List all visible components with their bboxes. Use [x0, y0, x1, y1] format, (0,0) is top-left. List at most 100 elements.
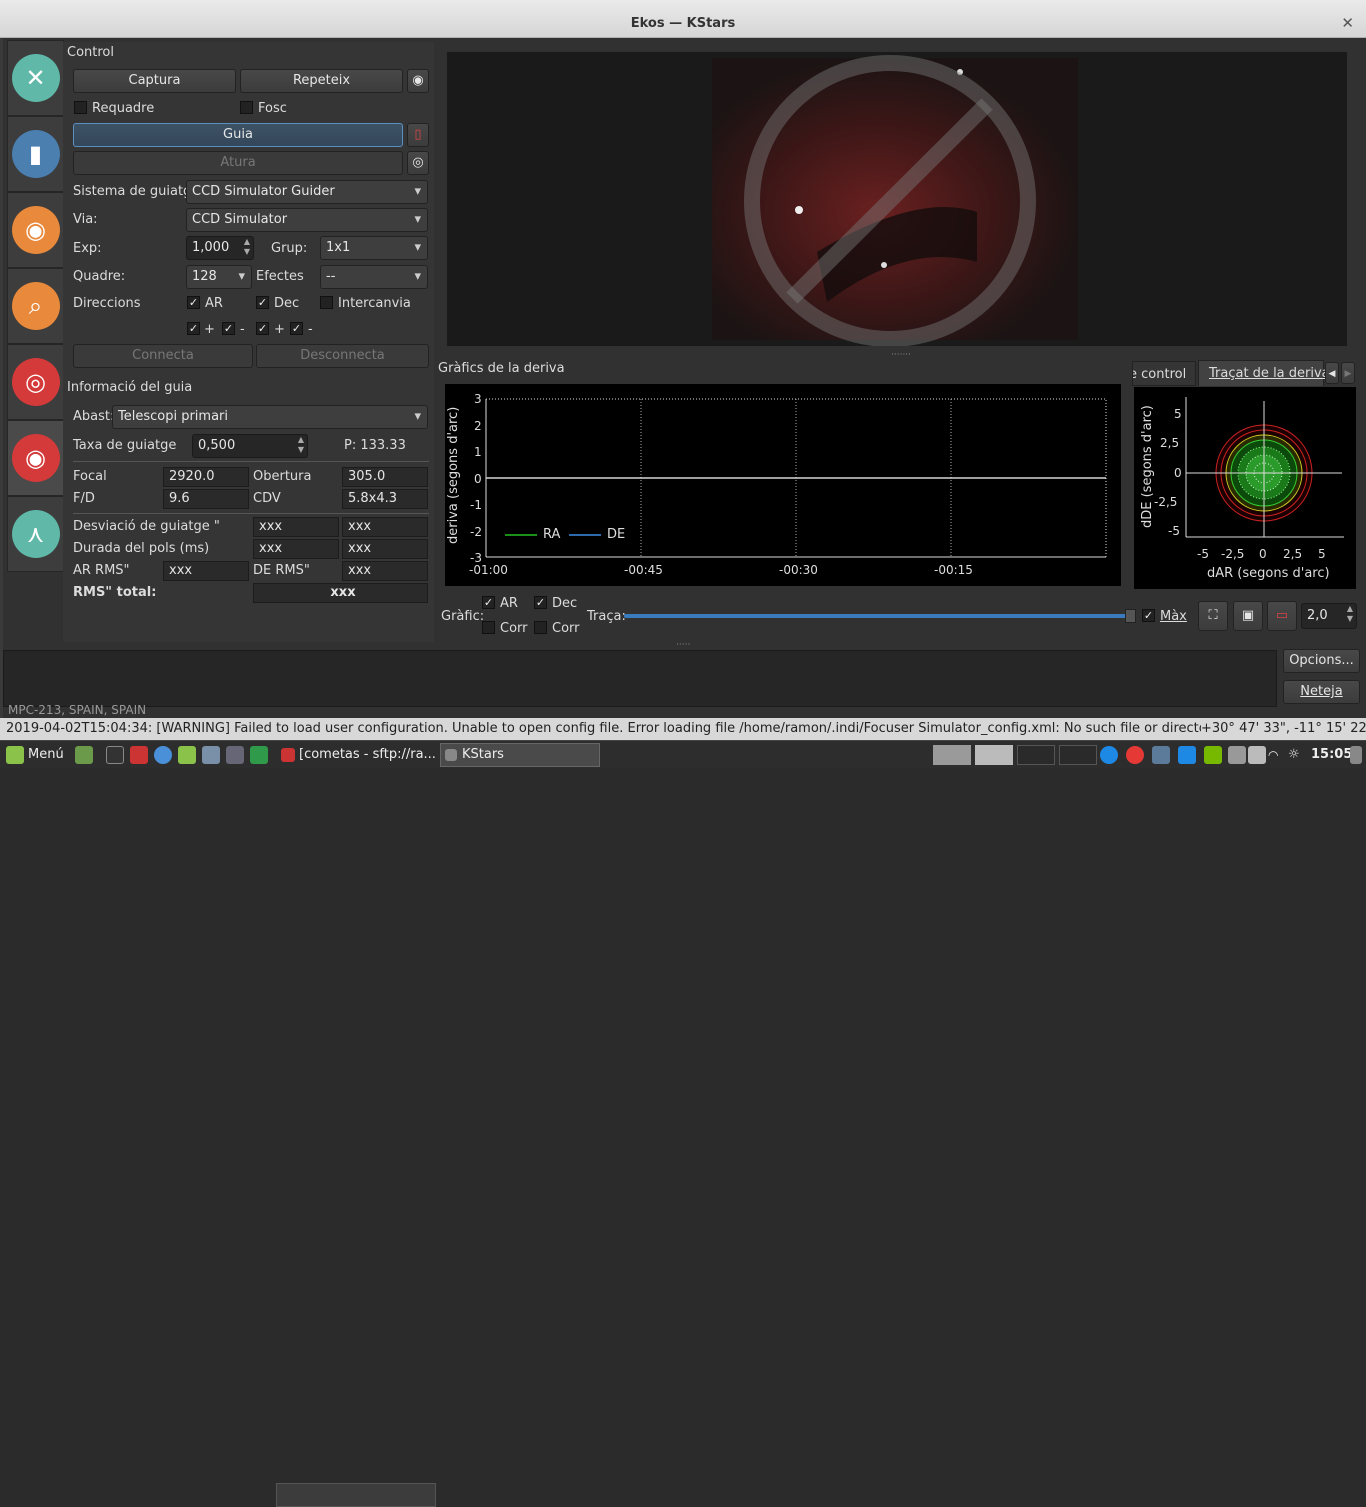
tab-right-icon[interactable]: ▶: [1341, 362, 1355, 384]
graph-corr-ra-label: Corr: [500, 621, 528, 636]
splitter-handle[interactable]: ·······: [891, 350, 911, 360]
disconnect-button[interactable]: Desconnecta: [256, 344, 429, 368]
save-icon[interactable]: ▣: [1233, 601, 1263, 631]
swap-checkbox[interactable]: [320, 296, 333, 309]
module-mount[interactable]: ⋏: [7, 496, 64, 572]
filezilla-icon[interactable]: [130, 746, 148, 764]
exposure-value: 1,000: [192, 240, 230, 255]
dec-plus-label: +: [274, 322, 285, 337]
target-select-icon[interactable]: ◎: [407, 151, 429, 175]
fov-label: CDV: [253, 491, 281, 506]
workspace-1[interactable]: [933, 745, 971, 765]
module-focus[interactable]: ⌕: [7, 268, 64, 344]
show-desktop-corner[interactable]: [1350, 746, 1362, 764]
ytick: 3: [474, 392, 482, 406]
clock[interactable]: 15:05: [1311, 745, 1352, 765]
show-desktop-icon[interactable]: [75, 746, 93, 764]
task-filezilla[interactable]: [276, 1483, 436, 1507]
files-icon[interactable]: [178, 746, 196, 764]
terminal-icon[interactable]: [106, 746, 124, 764]
clipboard-icon[interactable]: [1228, 746, 1246, 764]
spreadsheet-icon[interactable]: [250, 746, 268, 764]
trash-icon[interactable]: ▯: [407, 123, 429, 147]
focal-label: Focal: [73, 469, 107, 484]
stop-button[interactable]: Atura: [73, 151, 403, 175]
menu-button[interactable]: Menú: [28, 745, 64, 765]
module-guide[interactable]: ◉: [7, 420, 64, 496]
via-label: Via:: [73, 212, 98, 227]
workspace-4[interactable]: [1059, 745, 1097, 765]
module-setup[interactable]: ✕: [7, 40, 64, 116]
graph-ar-checkbox[interactable]: ✓: [482, 596, 495, 609]
capture-button[interactable]: Captura: [73, 69, 236, 93]
eye-icon[interactable]: ◉: [407, 69, 429, 93]
graph-corr-dec-checkbox[interactable]: [534, 621, 547, 634]
ar-minus-label: -: [240, 322, 245, 337]
exp-label: Exp:: [73, 241, 102, 256]
teamviewer-icon[interactable]: [1100, 746, 1118, 764]
chrome-tray-icon[interactable]: [1126, 746, 1144, 764]
mint-menu-icon[interactable]: [6, 746, 24, 764]
graph-dec-checkbox[interactable]: ✓: [534, 596, 547, 609]
scope-select[interactable]: Telescopi primari: [112, 405, 428, 429]
subframe-checkbox[interactable]: [74, 101, 87, 114]
workspace-3[interactable]: [1017, 745, 1055, 765]
spin-arrows-icon[interactable]: ▲ ▼: [241, 237, 253, 259]
ar-plus-label: +: [204, 322, 215, 337]
spin-arrows-icon[interactable]: ▲ ▼: [1344, 604, 1356, 628]
divider: [73, 461, 429, 462]
autoscale-icon[interactable]: ⛶: [1198, 601, 1228, 631]
spin-arrows-icon[interactable]: ▲ ▼: [295, 435, 307, 457]
tab-drift-trace[interactable]: Traçat de la deriva: [1198, 360, 1330, 386]
splitter-handle[interactable]: ·····: [676, 640, 690, 650]
people-icon[interactable]: [1248, 746, 1266, 764]
dropbox-icon[interactable]: [1178, 746, 1196, 764]
wifi-icon[interactable]: ◠: [1268, 745, 1278, 765]
ar-plus-checkbox[interactable]: ✓: [187, 322, 200, 335]
module-capture[interactable]: ◉: [7, 192, 64, 268]
search-icon[interactable]: [226, 746, 244, 764]
via-select[interactable]: CCD Simulator: [186, 208, 428, 232]
guide-button[interactable]: Guia: [73, 123, 403, 147]
connect-button[interactable]: Connecta: [73, 344, 253, 368]
trace-slider-handle[interactable]: [1125, 609, 1136, 623]
dark-checkbox[interactable]: [240, 101, 253, 114]
nvidia-icon[interactable]: [1204, 746, 1222, 764]
shield-icon[interactable]: [1152, 746, 1170, 764]
chrome-icon[interactable]: [154, 746, 172, 764]
ar-minus-checkbox[interactable]: ✓: [222, 322, 235, 335]
brightness-icon[interactable]: ☼: [1288, 745, 1300, 765]
exposure-spinbox[interactable]: 1,000 ▲ ▼: [186, 236, 254, 260]
app-icon[interactable]: [202, 746, 220, 764]
ar-direction-checkbox[interactable]: ✓: [187, 296, 200, 309]
graph-corr-ra-checkbox[interactable]: [482, 621, 495, 634]
dec-plus-checkbox[interactable]: ✓: [256, 322, 269, 335]
tab-control[interactable]: e control: [1132, 361, 1196, 386]
wrench-screwdriver-icon: ✕: [11, 54, 60, 102]
status-message: 2019-04-02T15:04:34: [WARNING] Failed to…: [6, 721, 1201, 736]
options-button[interactable]: Opcions...: [1283, 649, 1360, 673]
close-icon[interactable]: ✕: [1341, 14, 1354, 32]
log-hidden-text: MPC-213, SPAIN, SPAIN: [8, 703, 147, 717]
zoom-spinbox[interactable]: 2,0 ▲ ▼: [1301, 603, 1357, 629]
tab-left-icon[interactable]: ◀: [1325, 362, 1339, 384]
guide-image-frame[interactable]: [447, 52, 1347, 347]
drift-graph[interactable]: [445, 384, 1121, 586]
dec-direction-checkbox[interactable]: ✓: [256, 296, 269, 309]
focal-field: 2920.0: [163, 467, 249, 487]
clear-log-button[interactable]: Neteja: [1283, 680, 1360, 704]
guider-select[interactable]: CCD Simulator Guider: [186, 180, 428, 204]
loop-button[interactable]: Repeteix: [240, 69, 403, 93]
dec-minus-checkbox[interactable]: ✓: [290, 322, 303, 335]
effects-select[interactable]: --: [320, 265, 428, 289]
module-scheduler[interactable]: ▮: [7, 116, 64, 192]
max-checkbox[interactable]: ✓: [1142, 609, 1155, 622]
box-size-select[interactable]: 128: [186, 265, 252, 289]
trace-slider[interactable]: [624, 614, 1132, 618]
module-align[interactable]: ◎: [7, 344, 64, 420]
rate-spinbox[interactable]: 0,500 ▲ ▼: [192, 434, 308, 458]
clear-graph-icon[interactable]: ▭: [1267, 601, 1297, 631]
workspace-2[interactable]: [975, 745, 1013, 765]
log-area[interactable]: MPC-213, SPAIN, SPAIN: [3, 650, 1277, 717]
bin-select[interactable]: 1x1: [320, 236, 428, 260]
